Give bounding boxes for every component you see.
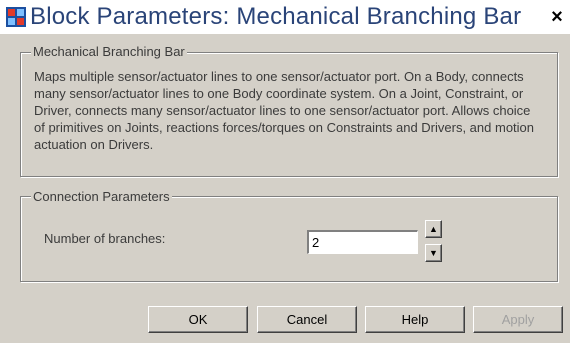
block-description: Maps multiple sensor/actuator lines to o… <box>34 69 535 152</box>
block-icon <box>6 7 26 27</box>
help-button[interactable]: Help <box>365 306 465 333</box>
spin-up-button[interactable]: ▲ <box>425 220 442 238</box>
branches-label: Number of branches: <box>44 231 166 246</box>
close-button[interactable]: × <box>547 6 567 28</box>
parameters-group-title: Connection Parameters <box>31 189 172 204</box>
window-title: Block Parameters: Mechanical Branching B… <box>30 3 522 30</box>
cancel-button[interactable]: Cancel <box>257 306 357 333</box>
title-bar[interactable]: Block Parameters: Mechanical Branching B… <box>0 0 570 34</box>
arrow-down-icon: ▼ <box>429 248 438 258</box>
block-parameters-dialog: Block Parameters: Mechanical Branching B… <box>0 0 570 343</box>
apply-button[interactable]: Apply <box>473 306 563 333</box>
spin-down-button[interactable]: ▼ <box>425 244 442 262</box>
ok-button[interactable]: OK <box>148 306 248 333</box>
arrow-up-icon: ▲ <box>429 224 438 234</box>
branches-input[interactable] <box>307 230 418 254</box>
description-group-title: Mechanical Branching Bar <box>31 44 187 59</box>
